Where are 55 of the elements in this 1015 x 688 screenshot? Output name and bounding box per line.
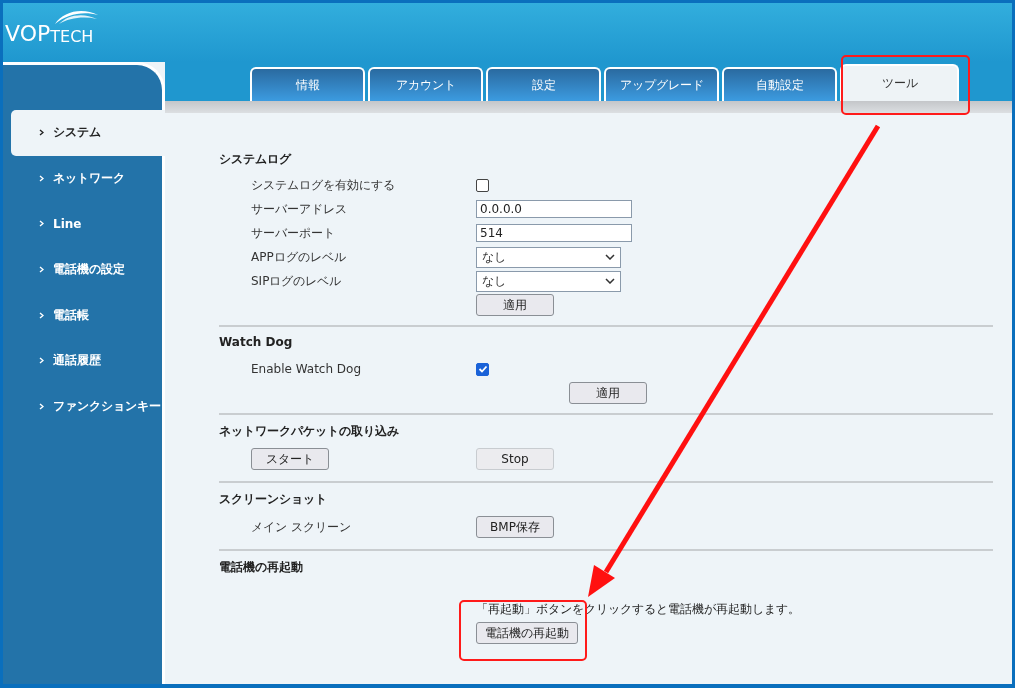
field-label: メイン スクリーン — [250, 518, 352, 536]
sidebar-item[interactable]: 電話帳 — [11, 292, 162, 338]
section-title: スクリーンショット — [219, 491, 328, 508]
chevron-icon — [39, 357, 44, 365]
chevron-icon — [39, 402, 44, 410]
sidebar-item[interactable]: 通話履歴 — [11, 337, 162, 384]
logo-text: TECH — [50, 28, 94, 45]
chevron-down-icon — [605, 278, 615, 284]
logo-text: VOP — [5, 23, 51, 45]
sidebar-label: 電話帳 — [53, 306, 89, 324]
sidebar-label: 電話機の設定 — [53, 261, 125, 279]
sidebar-item[interactable]: システム — [11, 110, 165, 156]
input-field[interactable]: 514 — [476, 224, 632, 242]
field-label: システムログを有効にする — [250, 176, 396, 194]
chevron-icon — [39, 311, 44, 319]
dropdown[interactable]: なし — [476, 246, 621, 268]
section-title: Watch Dog — [219, 335, 294, 351]
chevron-down-icon — [605, 254, 615, 260]
tab[interactable]: 情報 — [250, 67, 365, 101]
dropdown[interactable]: なし — [476, 270, 621, 292]
section-title: ネットワークパケットの取り込み — [219, 423, 400, 440]
sidebar-label: システム — [53, 124, 101, 142]
checkbox[interactable] — [476, 362, 489, 376]
sidebar-item[interactable]: Line — [11, 201, 162, 247]
apply-button[interactable]: 適用 — [476, 294, 554, 316]
checkbox[interactable] — [476, 178, 489, 192]
apply-button[interactable]: 適用 — [569, 382, 647, 404]
chevron-icon — [39, 174, 44, 182]
section-title: 電話機の再起動 — [219, 559, 304, 576]
stop-button[interactable]: Stop — [476, 448, 554, 470]
sidebar-label: 通話履歴 — [53, 352, 101, 370]
field-label: APPログのレベル — [250, 248, 347, 266]
tab[interactable]: 設定 — [486, 67, 601, 101]
field-label: Enable Watch Dog — [250, 362, 363, 376]
save-button[interactable]: BMP保存 — [476, 516, 554, 538]
chevron-icon — [39, 129, 44, 137]
field-label: サーバーアドレス — [250, 200, 348, 218]
apply-button[interactable]: 電話機の再起動 — [476, 622, 578, 644]
sidebar-label: ファンクションキー — [53, 397, 161, 415]
input-field[interactable]: 0.0.0.0 — [476, 200, 632, 218]
sidebar-item[interactable]: ネットワーク — [11, 155, 162, 202]
field-label: サーバーポート — [250, 224, 336, 242]
sidebar-item[interactable]: 電話機の設定 — [11, 246, 162, 293]
chevron-icon — [39, 266, 44, 274]
chevron-icon — [39, 220, 44, 228]
tab[interactable]: ツール — [840, 64, 959, 101]
sidebar-label: ネットワーク — [53, 169, 125, 187]
sidebar-item[interactable]: ファンクションキー — [11, 383, 162, 430]
start-button[interactable]: スタート — [251, 448, 329, 470]
field-label: SIPログのレベル — [250, 272, 343, 290]
sidebar-label: Line — [53, 217, 82, 231]
tab[interactable]: 自動設定 — [722, 67, 837, 101]
tab[interactable]: アカウント — [368, 67, 483, 101]
section-title: システムログ — [219, 151, 293, 168]
tab[interactable]: アップグレード — [604, 67, 719, 101]
